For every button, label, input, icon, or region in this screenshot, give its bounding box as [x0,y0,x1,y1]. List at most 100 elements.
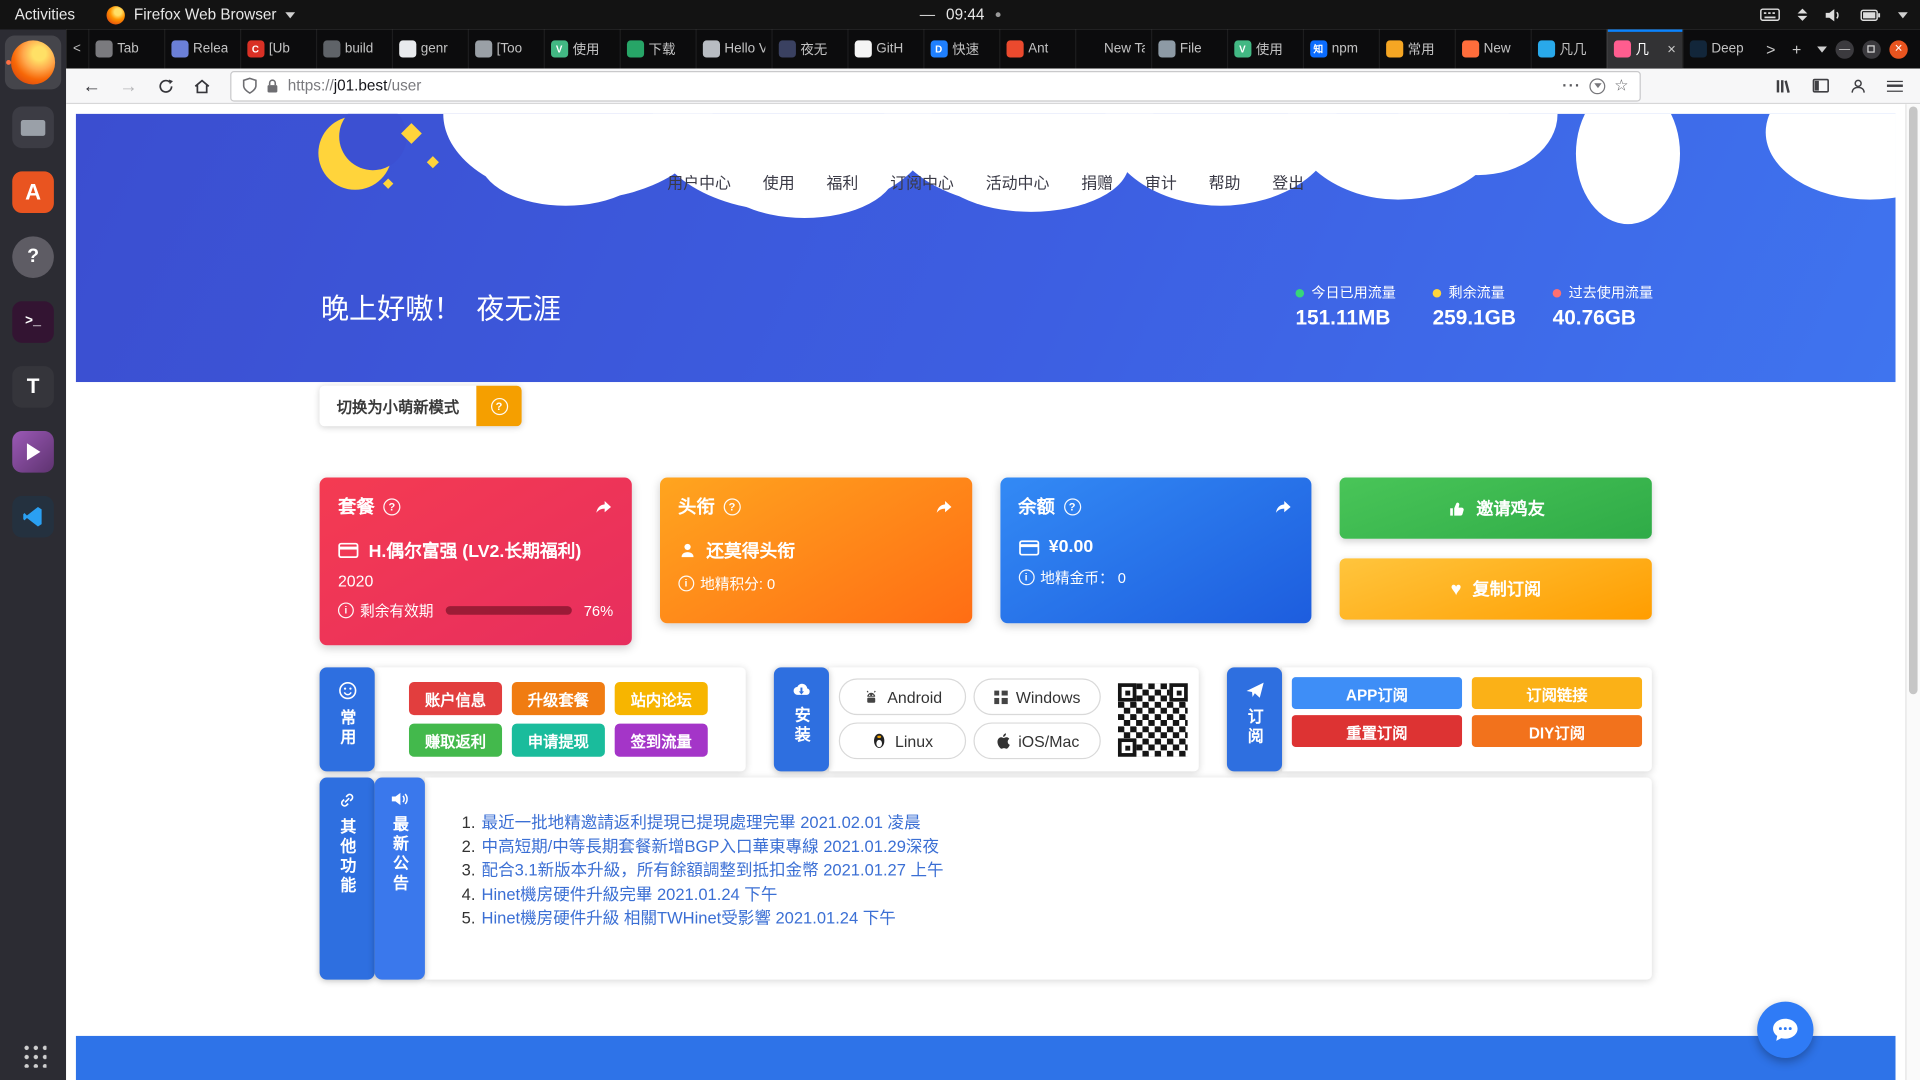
browser-tab[interactable]: Hello Vu [695,29,771,68]
subscribe-link-button[interactable]: 订阅链接 [1472,677,1642,709]
forum-button[interactable]: 站内论坛 [615,682,708,715]
system-tray[interactable] [1760,7,1908,23]
browser-tab[interactable]: New [1454,29,1530,68]
tab-subscribe[interactable]: 订阅 [1227,667,1282,771]
browser-tab[interactable]: Relea [164,29,240,68]
browser-tab[interactable]: Ant [999,29,1075,68]
page-scrollbar[interactable] [1905,104,1920,1080]
checkin-traffic-button[interactable]: 签到流量 [615,724,708,757]
withdraw-button[interactable]: 申请提现 [512,724,605,757]
earn-rebate-button[interactable]: 赚取返利 [409,724,502,757]
tab-install[interactable]: 安装 [774,667,829,771]
linux-button[interactable]: Linux [839,722,966,759]
sidebar-icon[interactable] [1805,71,1837,100]
nav-logout[interactable]: 登出 [1272,170,1304,193]
copy-subscription-button[interactable]: ♥ 复制订阅 [1340,558,1652,619]
browser-tab[interactable]: V使用 [1226,29,1302,68]
nav-usage[interactable]: 使用 [763,170,795,193]
browser-tab[interactable]: 夜无 [771,29,847,68]
share-icon[interactable] [594,498,614,515]
nav-activity-center[interactable]: 活动中心 [986,170,1050,193]
back-button[interactable]: ← [76,71,108,100]
list-all-tabs-button[interactable] [1810,29,1836,68]
account-info-button[interactable]: 账户信息 [409,682,502,715]
dock-remmina[interactable] [5,425,61,479]
browser-tab[interactable]: C[Ub [240,29,316,68]
announcement-link[interactable]: 中高短期/中等長期套餐新增BGP入口華東專線 2021.01.29深夜 [482,837,939,855]
tab-common[interactable]: 常用 [320,667,375,771]
browser-tab-active[interactable]: 几× [1606,29,1682,68]
dock-help[interactable]: ? [5,230,61,284]
diy-subscription-button[interactable]: DIY订阅 [1472,715,1642,747]
browser-tab[interactable]: GitH [847,29,923,68]
page-actions-button[interactable]: ··· [1562,77,1581,94]
dock-firefox[interactable] [5,36,61,90]
maximize-button[interactable] [1862,40,1880,58]
dock-terminal[interactable]: >_ [5,295,61,349]
close-button[interactable]: × [1889,40,1907,58]
browser-tab[interactable]: New Tab [1075,29,1151,68]
mode-help-button[interactable]: ? [476,386,521,426]
app-menu[interactable]: Firefox Web Browser [107,6,295,24]
share-icon[interactable] [934,498,954,515]
reset-subscription-button[interactable]: 重置订阅 [1292,715,1462,747]
shield-icon[interactable] [242,77,257,94]
browser-tab[interactable]: 常用 [1378,29,1454,68]
dock-ubuntu-software[interactable]: A [5,165,61,219]
tab-latest-announcements[interactable]: 最新公告 [375,778,425,980]
question-icon[interactable]: ? [383,498,400,515]
activities-button[interactable]: Activities [15,6,75,23]
nav-audit[interactable]: 审计 [1145,170,1177,193]
scrollbar-thumb[interactable] [1909,107,1918,695]
pocket-icon[interactable] [1590,78,1606,94]
browser-tab[interactable]: 知npm [1302,29,1378,68]
menu-icon[interactable] [1878,71,1910,100]
app-subscribe-button[interactable]: APP订阅 [1292,677,1462,709]
account-icon[interactable] [1842,71,1874,100]
announcement-link[interactable]: 最近一批地精邀請返利提現已提現處理完畢 2021.02.01 凌晨 [482,813,921,831]
lock-icon[interactable] [266,78,279,94]
announcement-link[interactable]: Hinet機房硬件升級完畢 2021.01.24 下午 [482,885,778,903]
show-applications-button[interactable] [20,1042,46,1068]
dock-text-editor[interactable]: T [5,360,61,414]
nav-help[interactable]: 帮助 [1209,170,1241,193]
browser-tab[interactable]: D快速 [923,29,999,68]
new-tab-button[interactable]: + [1784,29,1810,68]
browser-tab[interactable]: [Too [467,29,543,68]
browser-tab[interactable]: Tab [88,29,164,68]
chat-widget-button[interactable] [1757,1002,1813,1058]
browser-tab[interactable]: File [1151,29,1227,68]
upgrade-plan-button[interactable]: 升级套餐 [512,682,605,715]
ios-mac-button[interactable]: iOS/Mac [973,722,1100,759]
dock-files[interactable] [5,100,61,154]
question-icon[interactable]: ? [1063,498,1080,515]
nav-subscription-center[interactable]: 订阅中心 [890,170,954,193]
invite-friends-button[interactable]: 邀请鸡友 [1340,478,1652,539]
windows-button[interactable]: Windows [973,678,1100,715]
scroll-tabs-right-button[interactable]: > [1758,29,1784,68]
browser-tab[interactable]: V使用 [543,29,619,68]
reload-button[interactable] [149,71,181,100]
library-icon[interactable] [1768,71,1800,100]
question-icon[interactable]: ? [723,498,740,515]
browser-tab[interactable]: genr [391,29,467,68]
tab-close-button[interactable]: × [1667,40,1676,57]
browser-tab[interactable]: Deep [1682,29,1758,68]
bookmark-star-icon[interactable]: ☆ [1614,76,1628,96]
announcement-link[interactable]: Hinet機房硬件升級 相關TWHinet受影響 2021.01.24 下午 [482,909,896,927]
browser-tab[interactable]: 下载 [619,29,695,68]
dock-vscode[interactable] [5,490,61,544]
url-bar[interactable]: https://j01.best/user ··· ☆ [230,70,1641,101]
browser-tab[interactable]: 凡几 [1530,29,1606,68]
tab-other-functions[interactable]: 其他功能 [320,778,375,980]
nav-user-center[interactable]: 用户中心 [667,170,731,193]
announcement-link[interactable]: 配合3.1新版本升級，所有餘額調整到抵扣金幣 2021.01.27 上午 [482,861,944,879]
scroll-tabs-left-button[interactable]: < [66,29,88,68]
android-button[interactable]: Android [839,678,966,715]
nav-donate[interactable]: 捐赠 [1081,170,1113,193]
browser-tab[interactable]: build [315,29,391,68]
forward-button[interactable]: → [113,71,145,100]
clock-widget[interactable]: — 09:44 [920,6,1001,23]
minimize-button[interactable]: — [1835,40,1853,58]
nav-welfare[interactable]: 福利 [826,170,858,193]
